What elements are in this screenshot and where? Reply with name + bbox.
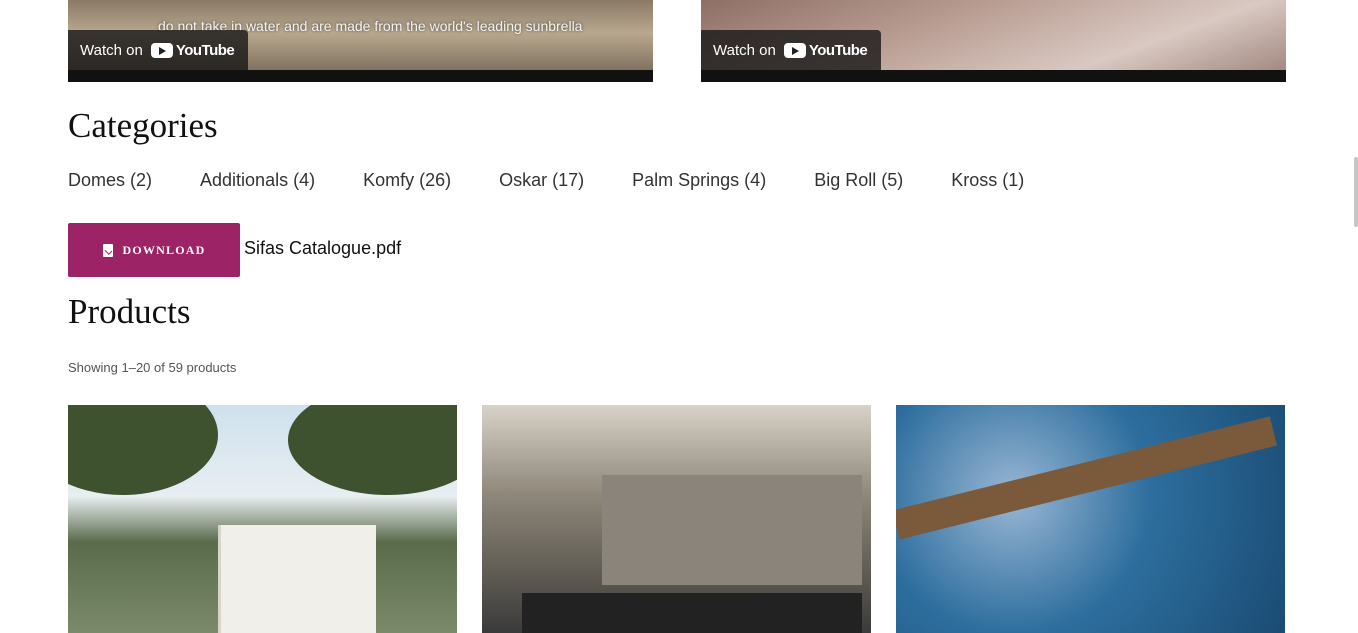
- category-link-kross[interactable]: Kross (1): [951, 170, 1024, 191]
- wooden-armrest-illustration: [896, 416, 1278, 540]
- watch-on-label: Watch on: [80, 41, 143, 59]
- download-button-label: DOWNLOAD: [122, 242, 206, 257]
- youtube-wordmark: YouTube: [808, 41, 868, 59]
- product-card-image-3[interactable]: [896, 405, 1285, 633]
- category-link-komfy[interactable]: Komfy (26): [363, 170, 451, 191]
- tree-foliage: [68, 405, 218, 495]
- category-link-big-roll[interactable]: Big Roll (5): [814, 170, 903, 191]
- youtube-play-icon: [150, 42, 173, 58]
- category-link-additionals[interactable]: Additionals (4): [200, 170, 315, 191]
- file-download-icon: [102, 243, 113, 257]
- category-list: Domes (2) Additionals (4) Komfy (26) Osk…: [68, 170, 1024, 191]
- tree-foliage: [288, 405, 457, 495]
- category-link-palm-springs[interactable]: Palm Springs (4): [632, 170, 766, 191]
- watch-on-label: Watch on: [713, 41, 776, 59]
- products-heading: Products: [68, 292, 191, 331]
- youtube-play-icon: [783, 42, 806, 58]
- video-embed-1[interactable]: do not take in water and are made from t…: [68, 0, 653, 82]
- download-file-name: Sifas Catalogue.pdf: [244, 238, 402, 258]
- watch-on-youtube-button[interactable]: Watch on YouTube: [68, 30, 249, 70]
- stone-wall-illustration: [602, 475, 862, 585]
- watch-on-youtube-button[interactable]: Watch on YouTube: [701, 30, 882, 70]
- category-link-domes[interactable]: Domes (2): [68, 170, 152, 191]
- page-scrollbar[interactable]: [1354, 157, 1358, 227]
- cabana-illustration: [218, 525, 376, 633]
- youtube-logo-icon: YouTube: [150, 41, 235, 59]
- download-button[interactable]: DOWNLOAD: [68, 223, 240, 277]
- product-result-count: Showing 1–20 of 59 products: [68, 360, 237, 375]
- categories-heading: Categories: [68, 106, 218, 145]
- dining-chairs-illustration: [522, 593, 862, 633]
- video-progress-bar: [701, 70, 1286, 82]
- category-link-oskar[interactable]: Oskar (17): [499, 170, 584, 191]
- product-card-image-2[interactable]: [482, 405, 871, 633]
- youtube-wordmark: YouTube: [175, 41, 235, 59]
- youtube-logo-icon: YouTube: [783, 41, 868, 59]
- video-progress-bar: [68, 70, 653, 82]
- video-embed-2[interactable]: Watch on YouTube: [701, 0, 1286, 82]
- product-card-image-1[interactable]: [68, 405, 457, 633]
